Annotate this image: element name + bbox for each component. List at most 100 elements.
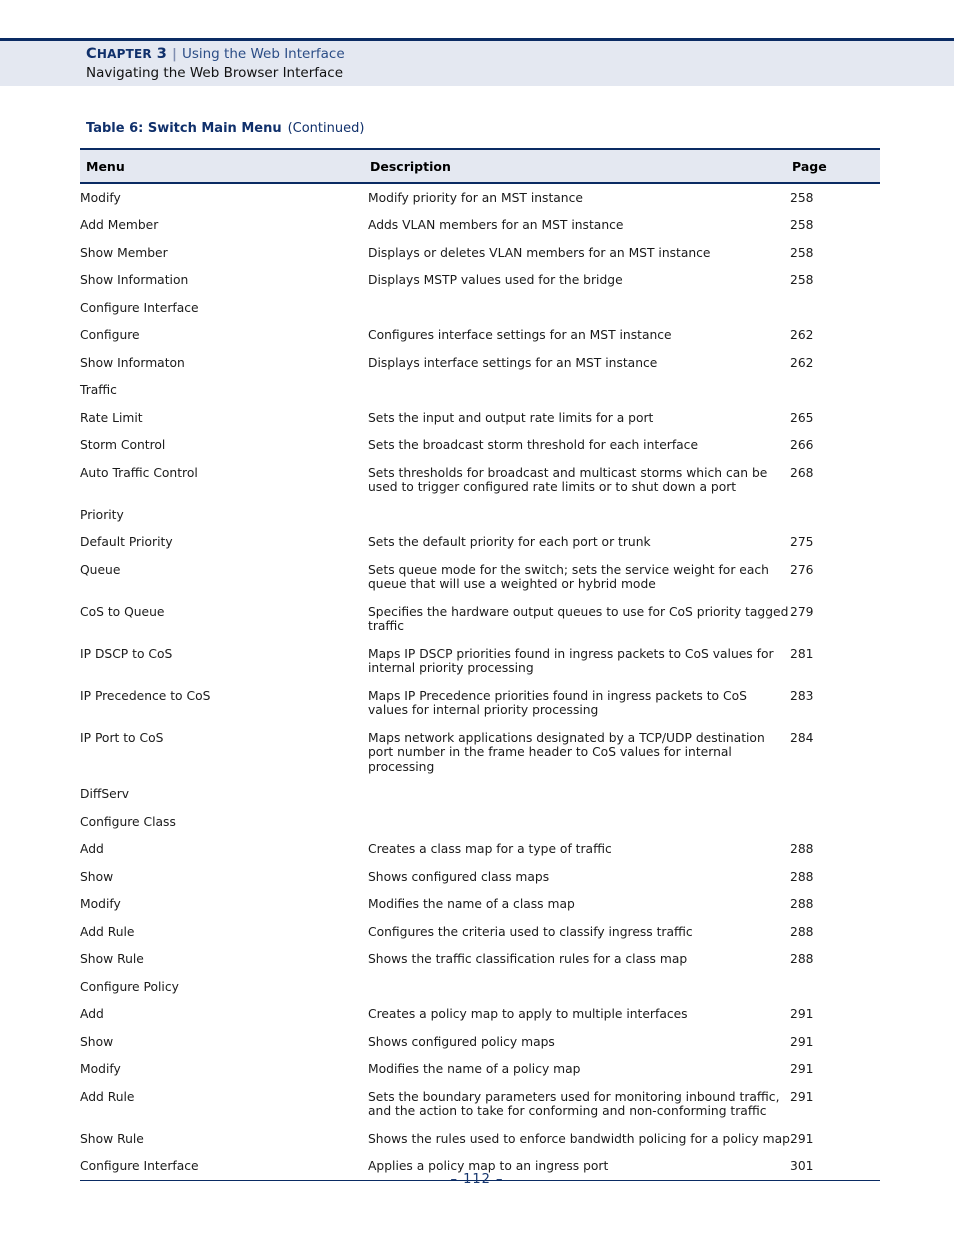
page-link[interactable]: 258 <box>790 239 880 267</box>
page-link[interactable]: 258 <box>790 183 880 212</box>
page-link[interactable]: 288 <box>790 891 880 919</box>
page-link[interactable]: 275 <box>790 529 880 557</box>
table-row: Default Priority Sets the default priorit… <box>80 529 880 557</box>
menu-cell: Show Member <box>80 245 168 260</box>
page-link[interactable]: 266 <box>790 432 880 460</box>
description-cell: Sets queue mode for the switch; sets the… <box>368 562 769 592</box>
menu-cell: Modify <box>80 190 121 205</box>
page-link[interactable]: 258 <box>790 212 880 240</box>
description-cell <box>368 973 790 1001</box>
page-link[interactable] <box>790 973 880 1001</box>
description-cell: Maps network applications designated by … <box>368 730 765 774</box>
description-cell: Displays or deletes VLAN members for an … <box>368 245 711 260</box>
menu-cell: Show <box>80 1034 114 1049</box>
table-row: Add Rule Sets the boundary parameters use… <box>80 1083 880 1125</box>
description-cell: Sets the boundary parameters used for mo… <box>368 1089 780 1119</box>
page-link[interactable] <box>790 781 880 809</box>
description-cell: Modifies the name of a class map <box>368 897 575 911</box>
table-row: Add Creates a class map for a type of tra… <box>80 836 880 864</box>
page-link[interactable]: 288 <box>790 918 880 946</box>
page-link[interactable]: 288 <box>790 836 880 864</box>
page-link[interactable]: 291 <box>790 1001 880 1029</box>
description-cell: Adds VLAN members for an MST instance <box>368 218 624 232</box>
menu-cell: Add <box>80 842 104 856</box>
table-row: Add Rule Configures the criteria used to … <box>80 918 880 946</box>
table-row: Show Information Displays MSTP values use… <box>80 267 880 295</box>
table-row: Configure Class <box>80 808 880 836</box>
page-link[interactable]: 291 <box>790 1028 880 1056</box>
table-row: IP Precedence to CoS Maps IP Precedence p… <box>80 682 880 724</box>
menu-cell: Configure <box>80 328 140 342</box>
page-link[interactable]: 262 <box>790 322 880 350</box>
page-link[interactable]: 291 <box>790 1083 880 1125</box>
table-row: Storm Control Sets the broadcast storm th… <box>80 432 880 460</box>
description-cell <box>368 781 790 809</box>
description-cell: Sets the input and output rate limits fo… <box>368 410 654 425</box>
menu-cell: Show Information <box>80 273 189 287</box>
table-row: Show Informaton Displays interface settin… <box>80 349 880 377</box>
table-caption-main: Table 6: Switch Main Menu <box>86 121 282 136</box>
description-cell: Creates a policy map to apply to multipl… <box>368 1007 688 1021</box>
page-link[interactable]: 268 <box>790 459 880 501</box>
description-cell: Creates a class map for a type of traffi… <box>368 842 612 856</box>
page-link[interactable]: 265 <box>790 404 880 432</box>
table-row: IP DSCP to CoS Maps IP DSCP priorities fo… <box>80 640 880 682</box>
menu-cell: Show <box>80 869 114 884</box>
menu-cell: Storm Control <box>80 438 166 452</box>
menu-cell: Modify <box>80 1062 121 1076</box>
table-header-row: Menu Description Page <box>80 148 880 184</box>
switch-main-menu-table: Menu Description Page Modify Modify prior… <box>80 148 880 1181</box>
menu-cell: Show Rule <box>80 952 144 966</box>
table-row: Show Shows configured policy maps 291 <box>80 1028 880 1056</box>
menu-cell: CoS to Queue <box>80 604 165 619</box>
description-cell: Shows the rules used to enforce bandwidt… <box>368 1131 790 1146</box>
page-link[interactable]: 281 <box>790 640 880 682</box>
menu-cell: Add <box>80 1007 104 1021</box>
description-cell: Displays interface settings for an MST i… <box>368 355 658 370</box>
table-row: Rate Limit Sets the input and output rate… <box>80 404 880 432</box>
table-row: Show Rule Shows the traffic classificatio… <box>80 946 880 974</box>
table-header: Menu Description Page <box>80 148 880 184</box>
menu-cell: Configure Policy <box>80 979 179 994</box>
page-link[interactable] <box>790 808 880 836</box>
column-header-page: Page <box>790 148 880 184</box>
menu-cell: Show Rule <box>80 1131 144 1146</box>
page-link[interactable]: 288 <box>790 946 880 974</box>
menu-cell: Rate Limit <box>80 410 143 425</box>
description-cell: Shows configured policy maps <box>368 1034 555 1049</box>
menu-cell: Add Member <box>80 218 159 232</box>
menu-cell: Add Rule <box>80 1089 135 1104</box>
table-row: Show Rule Shows the rules used to enforce… <box>80 1125 880 1153</box>
page-link[interactable]: 284 <box>790 724 880 781</box>
table-row: CoS to Queue Specifies the hardware outpu… <box>80 598 880 640</box>
menu-cell: Modify <box>80 897 121 911</box>
menu-cell: Queue <box>80 562 121 577</box>
table-row: Configure Interface <box>80 294 880 322</box>
description-cell: Shows the traffic classification rules f… <box>368 952 688 966</box>
chapter-title: Using the Web Interface <box>181 46 345 62</box>
page-link[interactable]: 291 <box>790 1125 880 1153</box>
table-row: Modify Modifies the name of a policy map 2… <box>80 1056 880 1084</box>
table-body: Modify Modify priority for an MST instanc… <box>80 183 880 1181</box>
page-link[interactable] <box>790 377 880 405</box>
description-cell: Specifies the hardware output queues to … <box>368 604 789 634</box>
page-link[interactable]: 291 <box>790 1056 880 1084</box>
menu-cell: IP DSCP to CoS <box>80 646 173 661</box>
page-link[interactable] <box>790 501 880 529</box>
description-cell: Displays MSTP values used for the bridge <box>368 273 623 287</box>
column-header-menu: Menu <box>80 148 368 184</box>
header-text-block: CHAPTER 3 | Using the Web Interface Naviga… <box>86 45 345 83</box>
breadcrumb: CHAPTER 3 | Using the Web Interface <box>86 45 345 63</box>
page-link[interactable] <box>790 294 880 322</box>
description-cell <box>368 808 790 836</box>
page-link[interactable]: 262 <box>790 349 880 377</box>
page-running-header: CHAPTER 3 | Using the Web Interface Naviga… <box>0 38 954 86</box>
menu-cell: Auto Traffic Control <box>80 465 198 480</box>
column-header-description: Description <box>368 148 790 184</box>
page-link[interactable]: 288 <box>790 863 880 891</box>
description-cell: Sets thresholds for broadcast and multic… <box>368 465 768 495</box>
page-link[interactable]: 276 <box>790 556 880 598</box>
page-link[interactable]: 279 <box>790 598 880 640</box>
page-link[interactable]: 258 <box>790 267 880 295</box>
page-link[interactable]: 283 <box>790 682 880 724</box>
